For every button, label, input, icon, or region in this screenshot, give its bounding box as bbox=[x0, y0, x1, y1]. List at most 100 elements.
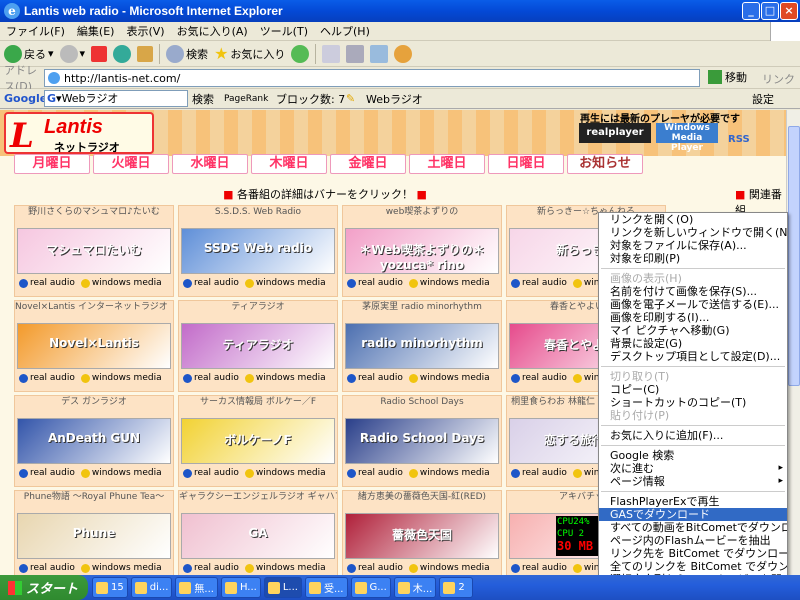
windows-media-button[interactable]: windows media bbox=[80, 373, 162, 383]
minimize-button[interactable]: _ bbox=[742, 2, 760, 20]
context-menu-item[interactable]: 背景に設定(G) bbox=[599, 337, 787, 350]
menu-tools[interactable]: ツール(T) bbox=[254, 23, 314, 39]
windows-media-button[interactable]: windows media bbox=[80, 468, 162, 478]
real-audio-button[interactable]: real audio bbox=[511, 563, 567, 573]
realplayer-link[interactable]: realplayer bbox=[579, 123, 651, 143]
program-banner[interactable]: ティアラジオ bbox=[181, 323, 335, 369]
scrollbar-thumb[interactable] bbox=[788, 126, 800, 386]
real-audio-button[interactable]: real audio bbox=[19, 278, 75, 288]
forward-button[interactable]: ▾ bbox=[59, 44, 85, 63]
context-menu-item[interactable]: 全てのリンクを BitComet でダウンロードする bbox=[599, 560, 787, 573]
address-input[interactable]: http://lantis-net.com/ bbox=[44, 69, 700, 87]
real-audio-button[interactable]: real audio bbox=[183, 278, 239, 288]
home-icon[interactable] bbox=[137, 45, 154, 62]
taskbar-task[interactable]: 15 bbox=[92, 577, 128, 598]
google-search-button[interactable]: 検索 bbox=[192, 91, 214, 107]
real-audio-button[interactable]: real audio bbox=[19, 563, 75, 573]
windows-media-button[interactable]: windows media bbox=[408, 278, 490, 288]
wmp-link[interactable]: Windows Media Player bbox=[656, 123, 718, 153]
menu-favorites[interactable]: お気に入り(A) bbox=[171, 23, 254, 39]
real-audio-button[interactable]: real audio bbox=[511, 278, 567, 288]
taskbar-task[interactable]: H... bbox=[220, 577, 261, 598]
messenger-icon[interactable] bbox=[394, 44, 413, 63]
edit-icon[interactable] bbox=[370, 44, 389, 63]
search-button[interactable]: 検索 bbox=[166, 44, 208, 63]
title-bar[interactable]: e Lantis web radio - Microsoft Internet … bbox=[0, 0, 800, 22]
windows-media-button[interactable]: windows media bbox=[244, 278, 326, 288]
program-banner[interactable]: AnDeath GUN bbox=[17, 418, 171, 464]
taskbar-task[interactable]: L... bbox=[263, 577, 302, 598]
google-search-input[interactable]: G▾Webラジオ bbox=[44, 90, 188, 107]
real-audio-button[interactable]: real audio bbox=[19, 468, 75, 478]
tab-wednesday[interactable]: 水曜日 bbox=[172, 154, 248, 174]
favorites-button[interactable]: ★ お気に入り bbox=[214, 44, 285, 63]
context-menu-item[interactable]: 対象を印刷(P) bbox=[599, 252, 787, 265]
program-banner[interactable]: Phune bbox=[17, 513, 171, 559]
popup-blocker[interactable]: ブロック数: 7 bbox=[276, 91, 345, 107]
context-menu-item[interactable]: マイ ピクチャへ移動(G) bbox=[599, 324, 787, 337]
taskbar-task[interactable]: di... bbox=[130, 577, 173, 598]
real-audio-button[interactable]: real audio bbox=[19, 373, 75, 383]
taskbar-task[interactable]: 木... bbox=[393, 577, 437, 598]
real-audio-button[interactable]: real audio bbox=[347, 278, 403, 288]
pencil-icon[interactable]: ✎ bbox=[346, 92, 355, 105]
context-menu-item[interactable]: ショートカットのコピー(T) bbox=[599, 396, 787, 409]
tab-saturday[interactable]: 土曜日 bbox=[409, 154, 485, 174]
program-banner[interactable]: ＊Web喫茶よずりの＊ yozuca* rino bbox=[345, 228, 499, 274]
context-menu-item[interactable]: 画像を印刷する(I)... bbox=[599, 311, 787, 324]
context-menu-item[interactable]: 画像を電子メールで送信する(E)... bbox=[599, 298, 787, 311]
context-menu-item[interactable]: ページ内のFlashムービーを抽出 bbox=[599, 534, 787, 547]
tab-sunday[interactable]: 日曜日 bbox=[488, 154, 564, 174]
context-menu-item[interactable]: デスクトップ項目として設定(D)... bbox=[599, 350, 787, 363]
refresh-icon[interactable] bbox=[113, 44, 132, 63]
links-button[interactable]: リンク bbox=[762, 71, 795, 87]
windows-media-button[interactable]: windows media bbox=[408, 468, 490, 478]
taskbar-task[interactable]: 2 bbox=[439, 577, 474, 598]
context-menu-item[interactable]: コピー(C) bbox=[599, 383, 787, 396]
real-audio-button[interactable]: real audio bbox=[511, 468, 567, 478]
program-banner[interactable]: ボルケーノF bbox=[181, 418, 335, 464]
real-audio-button[interactable]: real audio bbox=[511, 373, 567, 383]
real-audio-button[interactable]: real audio bbox=[347, 373, 403, 383]
program-banner[interactable]: GA bbox=[181, 513, 335, 559]
close-button[interactable]: × bbox=[780, 2, 798, 20]
tab-news[interactable]: お知らせ bbox=[567, 154, 643, 174]
context-menu-item[interactable]: 対象をファイルに保存(A)... bbox=[599, 239, 787, 252]
real-audio-button[interactable]: real audio bbox=[183, 563, 239, 573]
windows-media-button[interactable]: windows media bbox=[408, 563, 490, 573]
tab-thursday[interactable]: 木曜日 bbox=[251, 154, 327, 174]
context-menu-item[interactable]: リンクを開く(O) bbox=[599, 213, 787, 226]
context-menu-item[interactable]: リンク先を BitComet でダウンロードする bbox=[599, 547, 787, 560]
real-audio-button[interactable]: real audio bbox=[183, 373, 239, 383]
windows-media-button[interactable]: windows media bbox=[244, 468, 326, 478]
back-button[interactable]: 戻る ▾ bbox=[4, 44, 54, 63]
context-menu-item[interactable]: すべての動画をBitCometでダウンロード bbox=[599, 521, 787, 534]
web-radio-button[interactable]: Webラジオ bbox=[366, 91, 423, 107]
program-banner[interactable]: マシュマロたいむ bbox=[17, 228, 171, 274]
taskbar-task[interactable]: 無... bbox=[175, 577, 218, 598]
windows-media-button[interactable]: windows media bbox=[244, 563, 326, 573]
windows-media-button[interactable]: windows media bbox=[80, 563, 162, 573]
context-menu-item[interactable]: GASでダウンロード bbox=[599, 508, 787, 521]
program-banner[interactable]: SSDS Web radio bbox=[181, 228, 335, 274]
menu-help[interactable]: ヘルプ(H) bbox=[314, 23, 376, 39]
windows-media-button[interactable]: windows media bbox=[244, 373, 326, 383]
context-menu-item[interactable]: 名前を付けて画像を保存(S)... bbox=[599, 285, 787, 298]
context-menu-item[interactable]: お気に入りに追加(F)... bbox=[599, 429, 787, 442]
tab-monday[interactable]: 月曜日 bbox=[14, 154, 90, 174]
vertical-scrollbar[interactable] bbox=[786, 110, 800, 575]
menu-view[interactable]: 表示(V) bbox=[120, 23, 170, 39]
menu-file[interactable]: ファイル(F) bbox=[0, 23, 71, 39]
context-menu-item[interactable]: ページ情報 bbox=[599, 475, 787, 488]
maximize-button[interactable]: □ bbox=[761, 2, 779, 20]
windows-media-button[interactable]: windows media bbox=[408, 373, 490, 383]
windows-media-button[interactable]: windows media bbox=[80, 278, 162, 288]
real-audio-button[interactable]: real audio bbox=[347, 468, 403, 478]
context-menu-item[interactable]: 次に進む bbox=[599, 462, 787, 475]
real-audio-button[interactable]: real audio bbox=[347, 563, 403, 573]
settings-button[interactable]: 設定 bbox=[752, 91, 774, 107]
print-icon[interactable] bbox=[346, 44, 365, 63]
context-menu-item[interactable]: FlashPlayerExで再生 bbox=[599, 495, 787, 508]
menu-edit[interactable]: 編集(E) bbox=[71, 23, 121, 39]
start-button[interactable]: スタート bbox=[0, 575, 88, 600]
